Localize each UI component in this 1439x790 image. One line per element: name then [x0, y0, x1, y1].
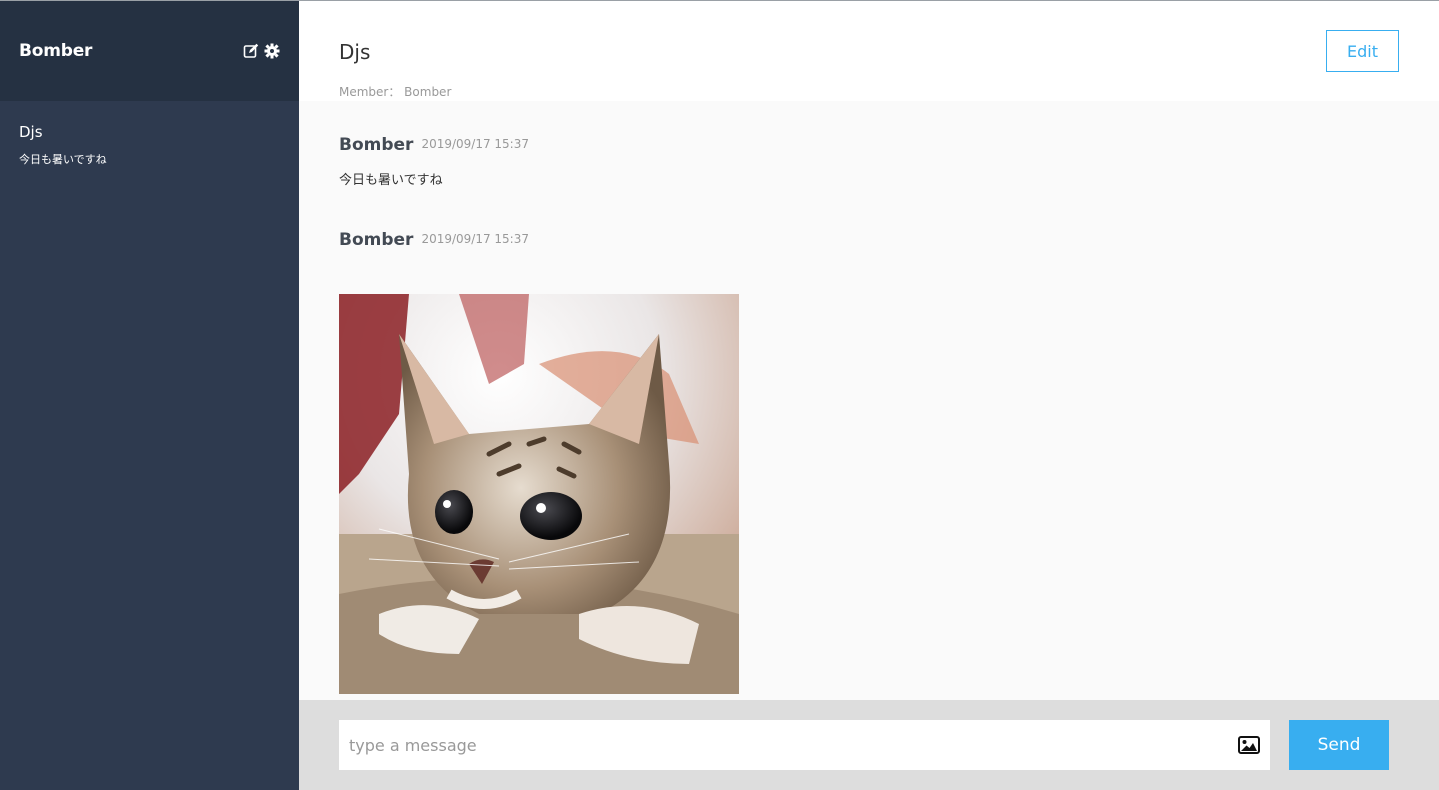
sidebar-header-icons [243, 43, 280, 59]
message-form: Send [299, 700, 1439, 790]
message-image [339, 294, 739, 694]
message-user: Bomber [339, 230, 414, 250]
member-list: Member： Bomber [339, 85, 452, 99]
current-user-name: Bomber [19, 41, 93, 61]
sidebar-group-djs[interactable]: Djs 今日も暑いですね [0, 101, 299, 171]
group-name: Djs [19, 123, 43, 141]
sidebar: Bomber Djs 今日も暑いですね [0, 0, 299, 790]
message-input[interactable] [339, 720, 1229, 770]
message-date: 2019/09/17 15:37 [421, 137, 529, 151]
send-button[interactable]: Send [1289, 720, 1389, 770]
message: Bomber 2019/09/17 15:37 [339, 230, 529, 250]
message: Bomber 2019/09/17 15:37 今日も暑いですね [339, 135, 529, 188]
chat-header: Djs Member： Bomber Edit [299, 0, 1439, 101]
chat-main: Djs Member： Bomber Edit Bomber 2019/09/17… [299, 0, 1439, 790]
edit-icon[interactable] [243, 43, 259, 59]
chat-title: Djs [339, 40, 371, 64]
message-list: Bomber 2019/09/17 15:37 今日も暑いですね Bomber 20… [299, 101, 1439, 700]
gear-icon[interactable] [264, 43, 280, 59]
image-icon[interactable] [1238, 736, 1260, 754]
message-text: 今日も暑いですね [339, 173, 443, 188]
message-input-box [339, 720, 1270, 770]
group-last-message: 今日も暑いですね [19, 153, 107, 166]
message-user: Bomber [339, 135, 414, 155]
edit-button[interactable]: Edit [1326, 30, 1399, 72]
message-date: 2019/09/17 15:37 [421, 232, 529, 246]
sidebar-header: Bomber [0, 0, 299, 101]
